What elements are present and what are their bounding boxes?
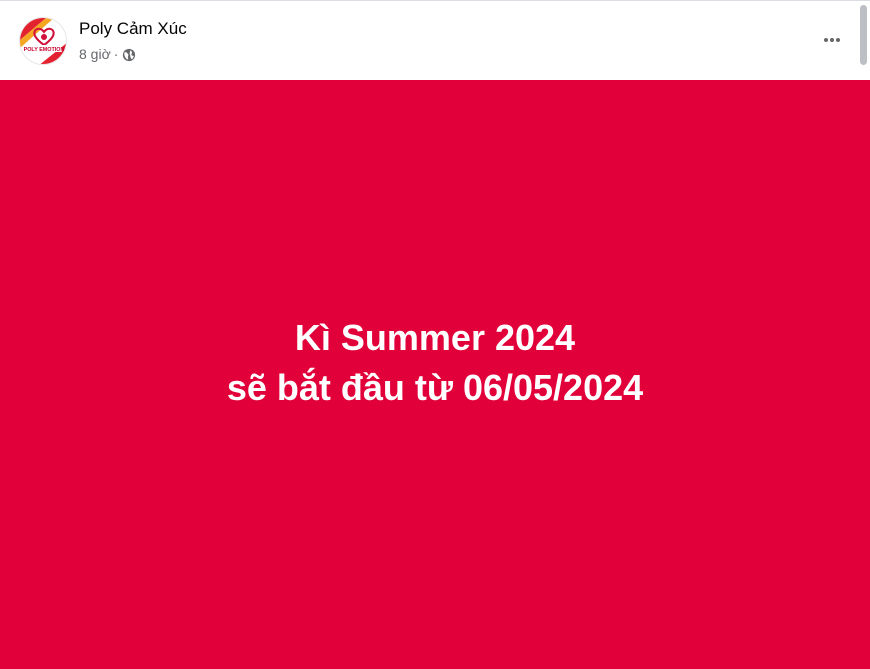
meta-separator: · [113,46,119,62]
post-timestamp-link[interactable]: 8 giờ [79,45,111,63]
logo-text: POLY EMOTION [24,47,65,53]
post-header: POLY EMOTION Poly Cảm Xúc 8 giờ · [0,1,870,80]
scrollbar-thumb[interactable] [860,5,867,65]
post-text-line-2: sẽ bắt đầu từ 06/05/2024 [226,367,644,408]
post-text-line-1: Kì Summer 2024 [294,317,576,358]
globe-icon[interactable] [122,48,136,62]
page-avatar[interactable]: POLY EMOTION [19,17,67,65]
post-text: Kì Summer 2024 sẽ bắt đầu từ 06/05/2024 [227,313,643,413]
page-name-link[interactable]: Poly Cảm Xúc [79,18,187,40]
more-horizontal-icon [824,38,840,42]
post-content-background: Kì Summer 2024 sẽ bắt đầu từ 06/05/2024 [0,80,870,669]
facebook-post: POLY EMOTION Poly Cảm Xúc 8 giờ · Kì Sum… [0,0,870,669]
poly-emotion-logo-icon: POLY EMOTION [20,18,66,64]
more-options-button[interactable] [815,23,849,57]
post-meta: 8 giờ · [79,45,136,63]
